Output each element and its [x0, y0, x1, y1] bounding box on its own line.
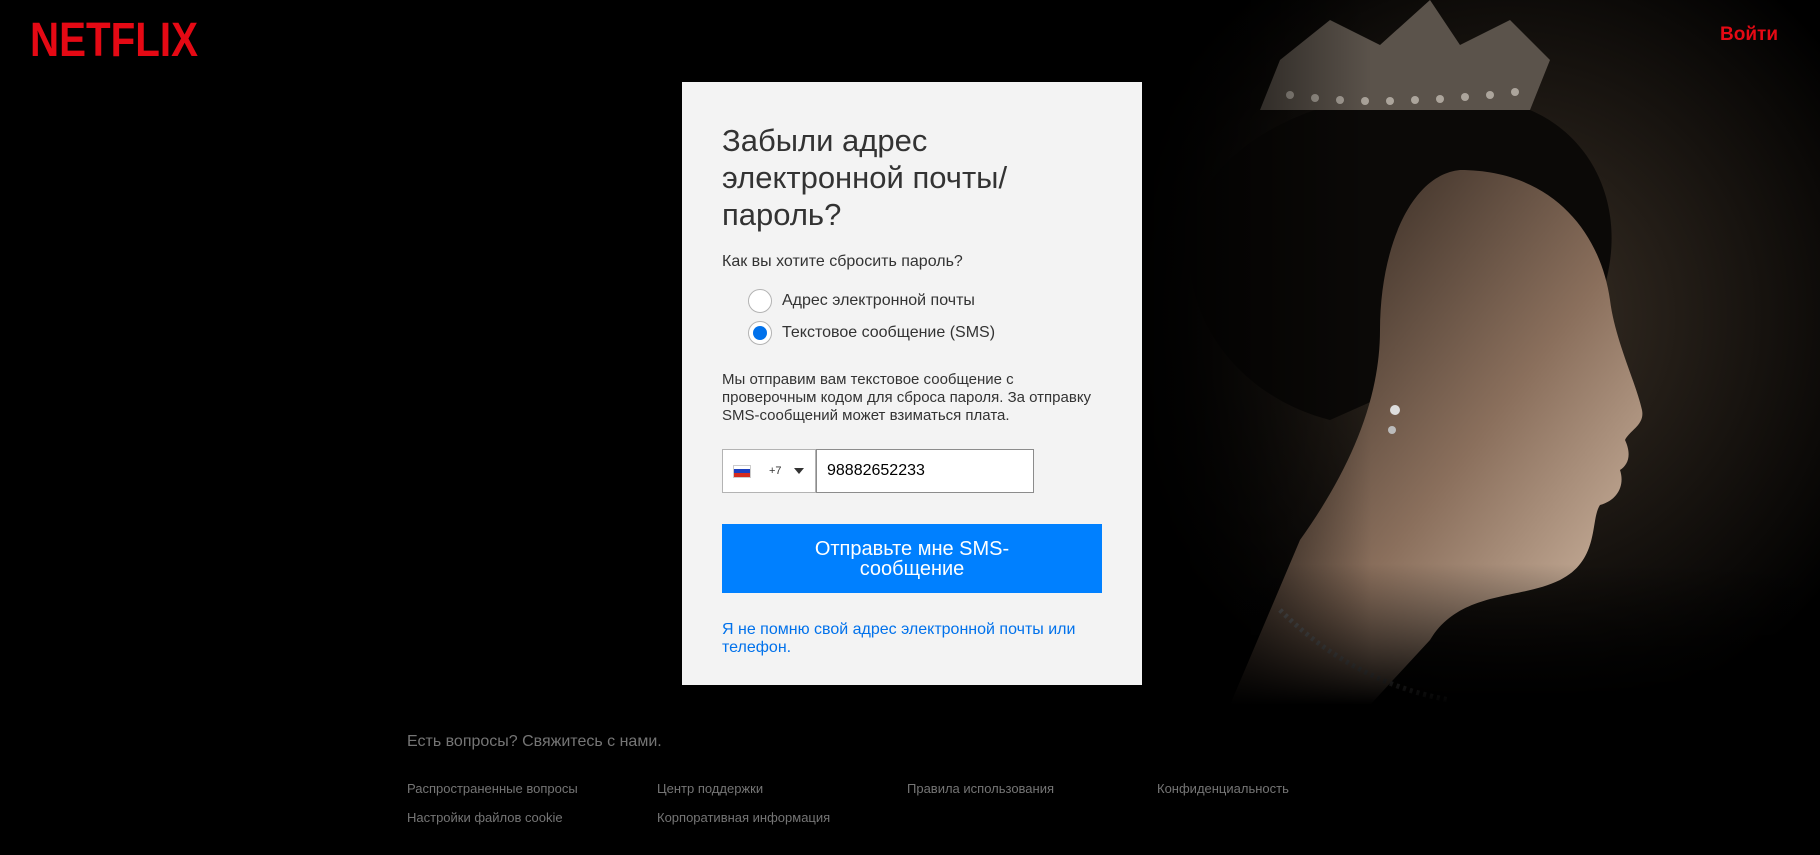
- radio-selected-dot: [753, 326, 767, 340]
- footer-contact: Есть вопросы? Свяжитесь с нами.: [407, 733, 1407, 751]
- forgot-email-or-phone-link[interactable]: Я не помню свой адрес электронной почты …: [722, 621, 1102, 657]
- footer-link-corporate-info[interactable]: Корпоративная информация: [657, 810, 907, 825]
- sms-info-text: Мы отправим вам текстовое сообщение с пр…: [722, 371, 1092, 424]
- reset-password-card: Забыли адрес электронной почты/ пароль? …: [682, 82, 1142, 685]
- dial-code: +7: [769, 465, 782, 477]
- reset-method-question: Как вы хотите сбросить пароль?: [722, 253, 963, 270]
- footer-link-cookie-settings[interactable]: Настройки файлов cookie: [407, 810, 657, 825]
- page: NETFLIX Войти Забыли адрес электронной п…: [0, 0, 1820, 855]
- footer-link-privacy[interactable]: Конфиденциальность: [1157, 781, 1407, 796]
- page-title: Забыли адрес электронной почты/ пароль?: [722, 123, 1008, 232]
- footer-links: Распространенные вопросы Центр поддержки…: [407, 781, 1407, 825]
- radio-sms-label: Текстовое сообщение (SMS): [782, 324, 996, 341]
- phone-input-group: +7: [722, 449, 1034, 493]
- netflix-logo[interactable]: NETFLIX: [30, 12, 200, 60]
- russia-flag-icon: [733, 464, 751, 478]
- radio-email-circle[interactable]: [748, 289, 772, 313]
- chevron-down-icon: [793, 468, 804, 474]
- footer-link-faq[interactable]: Распространенные вопросы: [407, 781, 657, 796]
- radio-option-email[interactable]: Адрес электронной почты: [748, 285, 1102, 317]
- background-portrait-image: [1130, 0, 1820, 705]
- radio-sms-circle[interactable]: [748, 321, 772, 345]
- contact-us-link[interactable]: Есть вопросы? Свяжитесь с нами.: [407, 733, 662, 750]
- logo-text: NETFLIX: [30, 14, 198, 60]
- radio-email-label: Адрес электронной почты: [782, 292, 975, 309]
- send-sms-button[interactable]: Отправьте мне SMS-сообщение: [722, 524, 1102, 593]
- signin-link[interactable]: Войти: [1720, 24, 1778, 46]
- country-code-select[interactable]: +7: [722, 449, 816, 493]
- phone-number-input[interactable]: [816, 449, 1034, 493]
- radio-option-sms[interactable]: Текстовое сообщение (SMS): [748, 317, 1102, 349]
- footer-link-help-center[interactable]: Центр поддержки: [657, 781, 907, 796]
- footer-link-terms[interactable]: Правила использования: [907, 781, 1157, 796]
- footer: Есть вопросы? Свяжитесь с нами. Распрост…: [407, 733, 1407, 825]
